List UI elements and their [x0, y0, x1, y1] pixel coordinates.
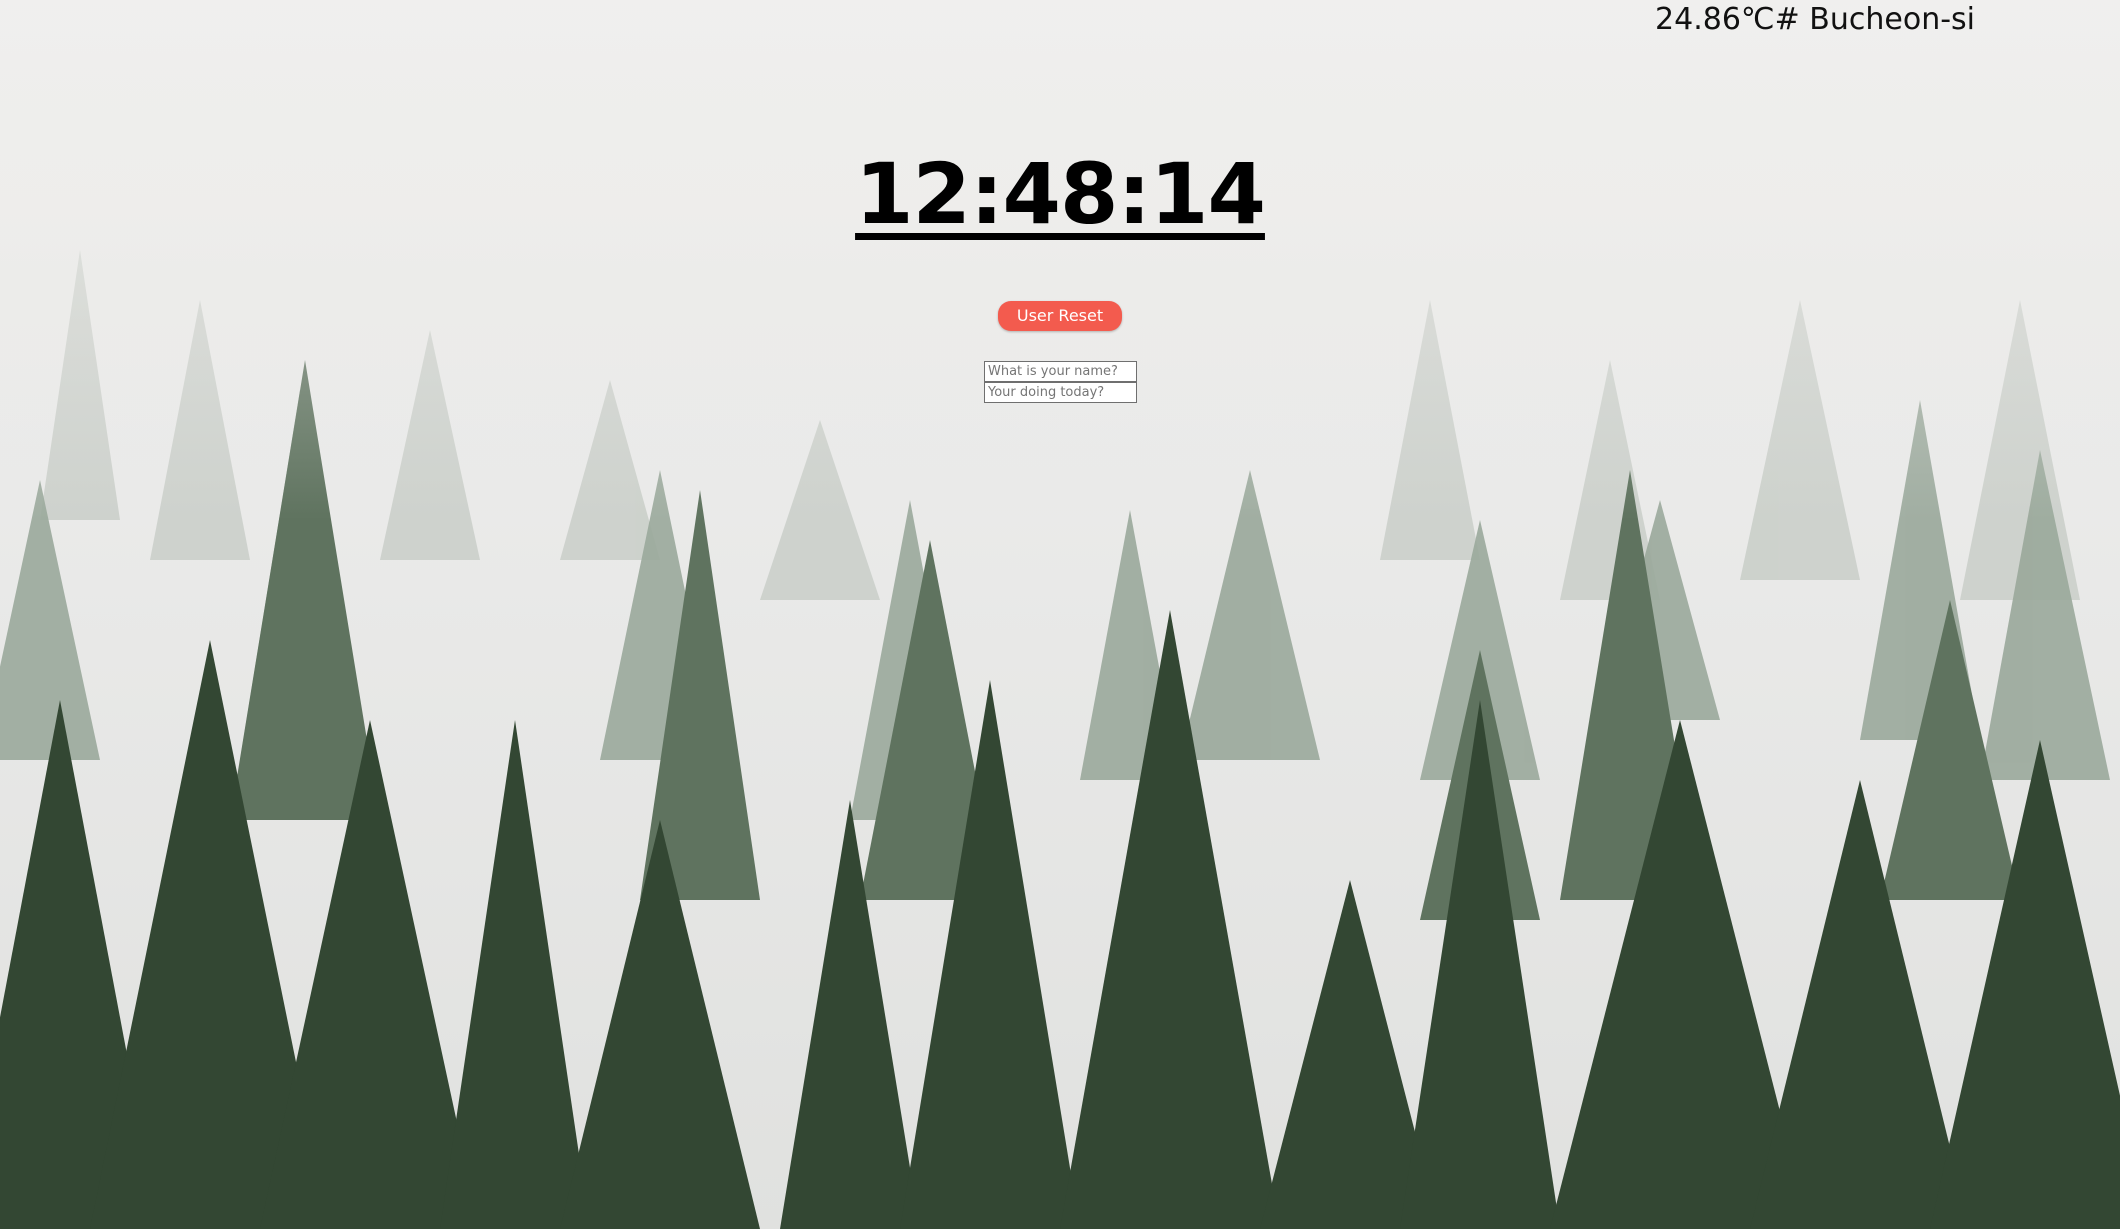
user-form [984, 361, 1137, 403]
reset-container: User Reset [0, 301, 2120, 331]
todo-input[interactable] [984, 382, 1137, 403]
clock-time: 12:48:14 [855, 145, 1266, 243]
clock-container: 12:48:14 [0, 145, 2120, 243]
user-reset-button[interactable]: User Reset [997, 301, 1123, 331]
name-input[interactable] [984, 361, 1137, 382]
page: 24.86℃# Bucheon-si 12:48:14 User Reset [0, 0, 2120, 1229]
weather-location-text: 24.86℃# Bucheon-si [1655, 2, 1975, 37]
